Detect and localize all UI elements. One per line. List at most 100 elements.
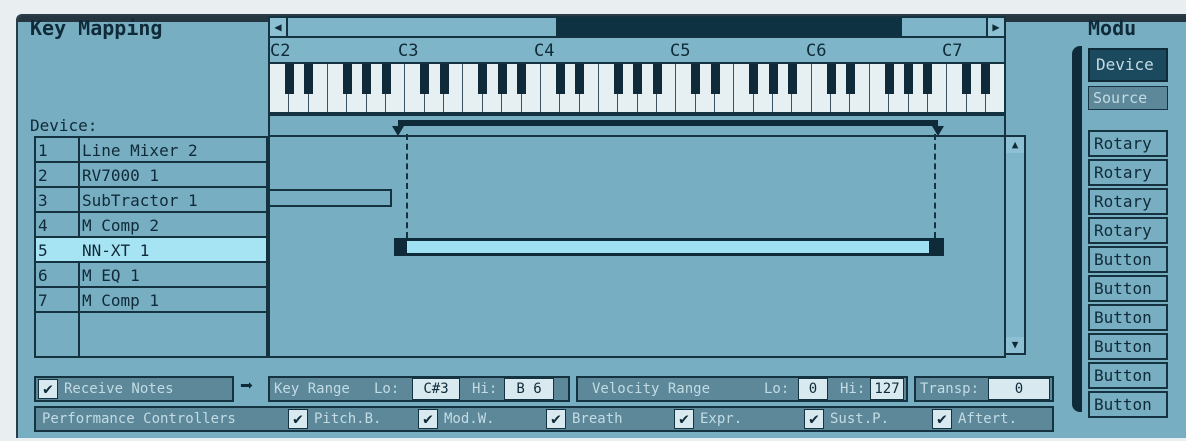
selected-device-zone-bar[interactable]	[404, 238, 932, 256]
key-range-hi-field[interactable]: B 6	[504, 378, 554, 400]
modulation-source-item[interactable]: Rotary	[1088, 159, 1168, 186]
pitch-bend-checkbox[interactable]: ✔	[288, 409, 308, 429]
black-key[interactable]	[284, 64, 294, 94]
black-key[interactable]	[439, 64, 449, 94]
device-row[interactable]: 3 SubTractor 1	[36, 188, 266, 213]
black-key[interactable]	[633, 64, 643, 94]
scroll-up-icon[interactable]: ▲	[1006, 137, 1024, 153]
velocity-hi-field[interactable]: 127	[870, 378, 904, 400]
black-key[interactable]	[652, 64, 662, 94]
device-number: 1	[38, 141, 48, 160]
key-range-lo-field[interactable]: C#3	[412, 378, 460, 400]
modulation-source-item[interactable]: Button	[1088, 246, 1168, 273]
device-name: M Comp 1	[82, 291, 160, 310]
velocity-range-group: Velocity Range Lo: 0 Hi: 127	[576, 376, 908, 402]
modulation-source-item[interactable]: Button	[1088, 275, 1168, 302]
black-key[interactable]	[826, 64, 836, 94]
black-key[interactable]	[710, 64, 720, 94]
black-key[interactable]	[342, 64, 352, 94]
device-name: Line Mixer 2	[82, 141, 198, 160]
device-number: 3	[38, 191, 48, 210]
device-list[interactable]: 1 Line Mixer 2 2 RV7000 1 3 SubTractor 1…	[34, 136, 268, 358]
keyboard-scrollbar[interactable]: ◀ ▶	[268, 16, 1006, 38]
device-row[interactable]: 4 M Comp 2	[36, 213, 266, 238]
device-name: M Comp 2	[82, 216, 160, 235]
expression-checkbox[interactable]: ✔	[674, 409, 694, 429]
expression-toggle[interactable]: ✔ Expr.	[672, 408, 742, 430]
device-row[interactable]: 6 M EQ 1	[36, 263, 266, 288]
key-range-handle-bar[interactable]	[398, 120, 938, 126]
black-key[interactable]	[962, 64, 972, 94]
mod-wheel-toggle[interactable]: ✔ Mod.W.	[416, 408, 495, 430]
breath-label: Breath	[572, 411, 623, 427]
scroll-right-icon[interactable]: ▶	[986, 18, 1004, 36]
modulation-source-item[interactable]: Button	[1088, 391, 1168, 418]
device-number: 4	[38, 216, 48, 235]
graph-vertical-scrollbar[interactable]: ▲ ▼	[1004, 135, 1026, 355]
device-row[interactable]: 7 M Comp 1	[36, 288, 266, 313]
black-key[interactable]	[846, 64, 855, 94]
modulation-source-item[interactable]: Rotary	[1088, 130, 1168, 157]
black-key[interactable]	[362, 64, 372, 94]
breath-toggle[interactable]: ✔ Breath	[544, 408, 623, 430]
black-key[interactable]	[691, 64, 701, 94]
transpose-field[interactable]: 0	[988, 378, 1050, 400]
performance-controllers-label: Performance Controllers	[42, 411, 236, 427]
black-key[interactable]	[787, 64, 797, 94]
receive-notes-label: Receive Notes	[64, 381, 174, 397]
modulation-source-item[interactable]: Rotary	[1088, 188, 1168, 215]
device-number: 2	[38, 166, 48, 185]
zone-hi-cap[interactable]	[932, 238, 944, 256]
modulation-source-item[interactable]: Button	[1088, 333, 1168, 360]
device-name: RV7000 1	[82, 166, 160, 185]
black-key[interactable]	[497, 64, 507, 94]
octave-label: C2	[270, 41, 291, 61]
sustain-pedal-toggle[interactable]: ✔ Sust.P.	[802, 408, 889, 430]
black-key[interactable]	[613, 64, 623, 94]
aftertouch-checkbox[interactable]: ✔	[932, 409, 952, 429]
velocity-hi-label: Hi:	[840, 381, 866, 397]
black-key[interactable]	[555, 64, 565, 94]
black-key[interactable]	[420, 64, 430, 94]
velocity-lo-label: Lo:	[764, 381, 790, 397]
sustain-pedal-checkbox[interactable]: ✔	[804, 409, 824, 429]
receive-notes-toggle[interactable]: ✔ Receive Notes	[34, 376, 234, 402]
mod-wheel-checkbox[interactable]: ✔	[418, 409, 438, 429]
aftertouch-toggle[interactable]: ✔ Aftert.	[930, 408, 1017, 430]
breath-checkbox[interactable]: ✔	[546, 409, 566, 429]
black-key[interactable]	[884, 64, 894, 94]
modulation-source-item[interactable]: Button	[1088, 304, 1168, 331]
graph-ruler	[270, 135, 1004, 137]
velocity-lo-field[interactable]: 0	[798, 378, 828, 400]
pitch-bend-toggle[interactable]: ✔ Pitch.B.	[286, 408, 381, 430]
modulation-source-header: Source	[1088, 86, 1168, 110]
key-range-label: Key Range	[274, 381, 350, 397]
device-row[interactable]: 2 RV7000 1	[36, 163, 266, 188]
device-row-selected[interactable]: 5 NN-XT 1	[36, 238, 266, 263]
black-key[interactable]	[981, 64, 991, 94]
black-key[interactable]	[381, 64, 391, 94]
black-key[interactable]	[768, 64, 778, 94]
key-range-hi-guide	[934, 134, 936, 238]
device-name: SubTractor 1	[82, 191, 198, 210]
piano-keyboard[interactable]	[268, 62, 1006, 114]
modulation-source-item[interactable]: Button	[1088, 362, 1168, 389]
performance-controllers-bar: Performance Controllers ✔ Pitch.B. ✔ Mod.W…	[34, 406, 1054, 432]
device-number: 7	[38, 291, 48, 310]
black-key[interactable]	[923, 64, 933, 94]
key-range-graph[interactable]	[268, 114, 1006, 358]
black-key[interactable]	[749, 64, 759, 94]
scroll-left-icon[interactable]: ◀	[270, 18, 288, 36]
modulation-source-item[interactable]: Rotary	[1088, 217, 1168, 244]
black-key[interactable]	[478, 64, 488, 94]
receive-notes-checkbox[interactable]: ✔	[38, 379, 58, 399]
black-key[interactable]	[304, 64, 314, 94]
scroll-down-icon[interactable]: ▼	[1006, 337, 1024, 353]
black-key[interactable]	[904, 64, 914, 94]
device-row[interactable]: 1 Line Mixer 2	[36, 138, 266, 163]
scrollbar-thumb[interactable]	[556, 18, 902, 36]
pitch-bend-label: Pitch.B.	[314, 411, 382, 427]
black-key[interactable]	[517, 64, 527, 94]
device-number: 6	[38, 266, 48, 285]
black-key[interactable]	[575, 64, 585, 94]
